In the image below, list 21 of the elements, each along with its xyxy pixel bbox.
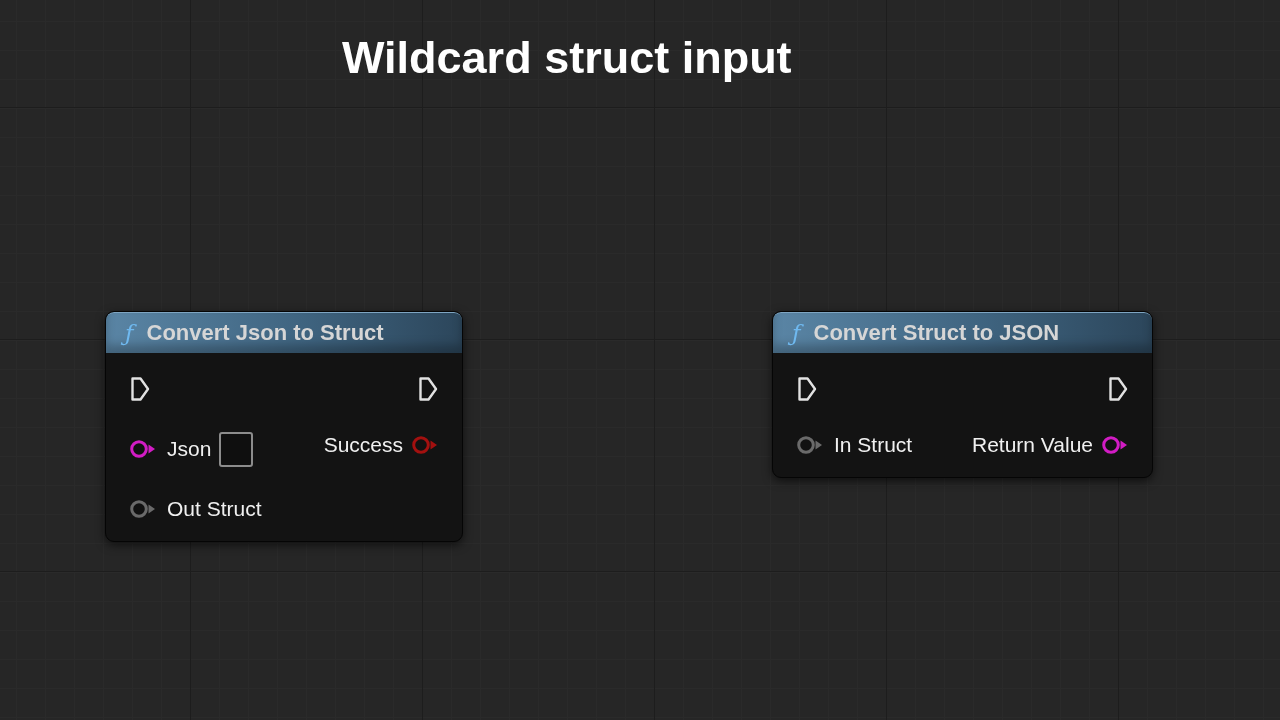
pin-icon[interactable] — [130, 440, 156, 458]
pin-icon[interactable] — [797, 436, 823, 454]
function-node[interactable]: ƒ Convert Struct to JSON In Struct Return Value — [772, 311, 1153, 478]
pin-label: Json — [167, 436, 212, 462]
input-field[interactable] — [219, 431, 254, 467]
exec-pin-icon[interactable] — [1108, 376, 1128, 402]
pin-label: Success — [323, 432, 403, 458]
pin-label: Out Struct — [167, 496, 262, 522]
exec-pin-icon[interactable] — [130, 376, 150, 402]
page-title: Wildcard struct input — [342, 32, 792, 84]
function-node[interactable]: ƒ Convert Json to Struct Json Out Struct Success — [105, 311, 463, 542]
node-title: Convert Json to Struct — [146, 320, 384, 346]
pin-label: In Struct — [834, 432, 913, 458]
function-glyph: ƒ — [121, 316, 138, 350]
node-title: Convert Struct to JSON — [813, 320, 1060, 346]
pin-icon[interactable] — [130, 500, 156, 518]
pin-label: Return Value — [971, 432, 1093, 458]
exec-pin-icon[interactable] — [418, 376, 438, 402]
function-glyph: ƒ — [788, 316, 805, 350]
pin-icon[interactable] — [1102, 436, 1128, 454]
exec-pin-icon[interactable] — [797, 376, 817, 402]
